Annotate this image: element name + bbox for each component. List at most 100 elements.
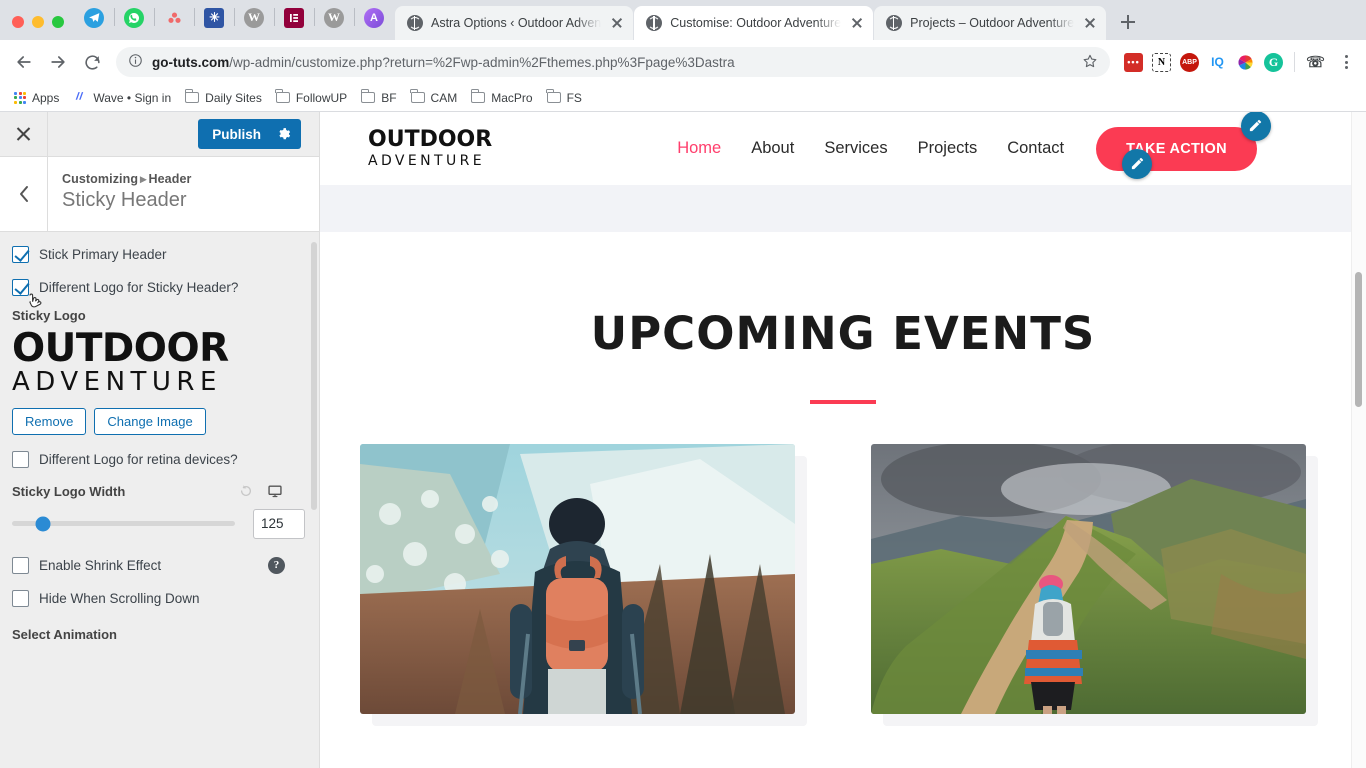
edit-pencil-icon[interactable] xyxy=(1240,112,1271,141)
chrome-menu-button[interactable] xyxy=(1334,55,1358,69)
folder-icon xyxy=(546,89,561,103)
nav-item-services[interactable]: Services xyxy=(824,139,887,158)
sticky-logo-line1: OUTDOOR xyxy=(12,326,229,371)
app-icon xyxy=(204,7,224,28)
control-stick-primary-header[interactable]: Stick Primary Header xyxy=(12,246,305,263)
iq-extension-icon[interactable]: IQ xyxy=(1208,53,1227,72)
width-slider-thumb[interactable] xyxy=(35,516,51,532)
site-info-icon[interactable] xyxy=(128,53,143,71)
tab-customise[interactable]: Customise: Outdoor Adventure xyxy=(634,6,874,40)
control-different-logo[interactable]: Different Logo for Sticky Header? xyxy=(12,279,305,308)
change-image-button[interactable]: Change Image xyxy=(94,407,206,435)
tab-astra-options[interactable]: Astra Options ‹ Outdoor Adven xyxy=(395,6,634,40)
bookmark-followup[interactable]: FollowUP xyxy=(272,88,355,108)
control-hide-when-scrolling[interactable]: Hide When Scrolling Down xyxy=(12,589,305,607)
asana-pinned-tab[interactable] xyxy=(154,1,194,34)
bookmark-label: CAM xyxy=(430,90,458,105)
elementor-pinned-tab[interactable] xyxy=(274,1,314,34)
telegram-icon xyxy=(84,7,104,28)
astra-pinned-tab[interactable]: A xyxy=(354,1,394,34)
event-card[interactable] xyxy=(360,444,807,726)
nav-item-about[interactable]: About xyxy=(751,139,794,158)
edit-pencil-icon[interactable] xyxy=(1122,148,1153,179)
nav-item-contact[interactable]: Contact xyxy=(1007,139,1064,158)
page-content: Publish Customizing ▸ Header Sticky Header xyxy=(0,111,1366,768)
event-image-hiker[interactable] xyxy=(360,444,795,714)
close-customizer-button[interactable] xyxy=(0,111,48,157)
bookmark-fs[interactable]: FS xyxy=(543,88,590,108)
sidebar-scrollbar[interactable] xyxy=(311,242,317,510)
desktop-device-icon[interactable] xyxy=(267,484,283,498)
close-window-button[interactable] xyxy=(12,16,24,28)
folder-icon xyxy=(275,89,290,103)
close-icon[interactable] xyxy=(849,15,865,31)
back-button[interactable] xyxy=(0,157,48,231)
take-action-button[interactable]: TAKE ACTION xyxy=(1096,126,1257,171)
reload-button[interactable] xyxy=(76,46,108,78)
adblock-plus-extension-icon[interactable]: ABP xyxy=(1180,52,1199,72)
voice-extension-icon[interactable]: ☏ xyxy=(1306,53,1325,72)
globe-icon xyxy=(886,15,903,31)
gear-icon[interactable] xyxy=(277,127,291,141)
wordpress-2-pinned-tab[interactable]: W xyxy=(314,1,354,34)
hide-when-scrolling-checkbox[interactable] xyxy=(12,589,29,607)
bookmark-star-icon[interactable] xyxy=(1082,53,1098,72)
width-slider-track[interactable] xyxy=(12,516,235,532)
different-logo-label: Different Logo for Sticky Header? xyxy=(39,280,239,295)
minimize-window-button[interactable] xyxy=(32,16,44,28)
folder-icon xyxy=(470,89,486,103)
retina-logo-checkbox[interactable] xyxy=(12,450,29,468)
reset-icon[interactable] xyxy=(239,484,253,498)
help-icon[interactable]: ? xyxy=(268,556,285,574)
publish-button[interactable]: Publish xyxy=(198,119,301,149)
lastpass-extension-icon[interactable]: ••• xyxy=(1124,52,1143,72)
width-value-input[interactable] xyxy=(253,508,305,539)
close-icon[interactable] xyxy=(609,15,625,31)
forward-button[interactable] xyxy=(42,46,74,78)
bookmark-bf[interactable]: BF xyxy=(357,88,404,108)
preview-scrollbar-track[interactable] xyxy=(1351,112,1366,768)
notion-extension-icon[interactable]: N xyxy=(1152,52,1171,72)
different-logo-checkbox[interactable] xyxy=(12,279,29,296)
whatsapp-icon xyxy=(124,7,144,28)
color-picker-extension-icon[interactable] xyxy=(1236,53,1255,72)
enable-shrink-checkbox[interactable] xyxy=(12,556,29,574)
asana-icon xyxy=(164,8,184,28)
sticky-logo-width-control[interactable] xyxy=(12,508,305,539)
new-tab-button[interactable] xyxy=(1114,8,1142,36)
bookmark-apps[interactable]: Apps xyxy=(10,88,67,108)
bookmark-daily-sites[interactable]: Daily Sites xyxy=(181,88,270,108)
control-enable-shrink[interactable]: Enable Shrink Effect ? xyxy=(12,556,305,574)
event-image-ridge[interactable] xyxy=(871,444,1306,714)
window-controls xyxy=(8,16,74,40)
folder-icon xyxy=(410,89,425,103)
breadcrumb-separator: ▸ xyxy=(140,172,147,186)
address-bar[interactable]: go-tuts.com/wp-admin/customize.php?retur… xyxy=(116,47,1110,77)
preview-scrollbar-thumb[interactable] xyxy=(1355,272,1362,407)
bookmark-wave[interactable]: Wave • Sign in xyxy=(69,87,179,109)
sticky-logo-width-label: Sticky Logo Width xyxy=(12,483,126,499)
app-pinned-tab[interactable] xyxy=(194,1,234,34)
grammarly-extension-icon[interactable]: G xyxy=(1264,52,1283,72)
section-title: UPCOMING EVENTS xyxy=(590,307,1096,360)
control-retina-logo[interactable]: Different Logo for retina devices? xyxy=(12,450,305,468)
remove-logo-button[interactable]: Remove xyxy=(12,407,87,435)
bookmark-label: Apps xyxy=(32,90,60,105)
wordpress-pinned-tab[interactable]: W xyxy=(234,1,274,34)
back-button[interactable] xyxy=(8,46,40,78)
close-icon[interactable] xyxy=(1082,15,1098,31)
nav-item-projects[interactable]: Projects xyxy=(918,139,978,158)
telegram-pinned-tab[interactable] xyxy=(74,1,114,34)
bookmark-cam[interactable]: CAM xyxy=(407,88,466,108)
event-card[interactable] xyxy=(871,444,1318,726)
elementor-icon xyxy=(284,7,304,28)
publish-label: Publish xyxy=(212,126,261,142)
whatsapp-pinned-tab[interactable] xyxy=(114,1,154,34)
nav-item-home[interactable]: Home xyxy=(677,139,721,158)
stick-primary-header-checkbox[interactable] xyxy=(12,246,29,263)
site-logo[interactable]: OUTDOOR ADVENTURE xyxy=(368,129,492,169)
url-path: /wp-admin/customize.php?return=%2Fwp-adm… xyxy=(229,54,735,70)
tab-projects[interactable]: Projects – Outdoor Adventure xyxy=(874,6,1107,40)
bookmark-macpro[interactable]: MacPro xyxy=(467,88,540,108)
maximize-window-button[interactable] xyxy=(52,16,64,28)
